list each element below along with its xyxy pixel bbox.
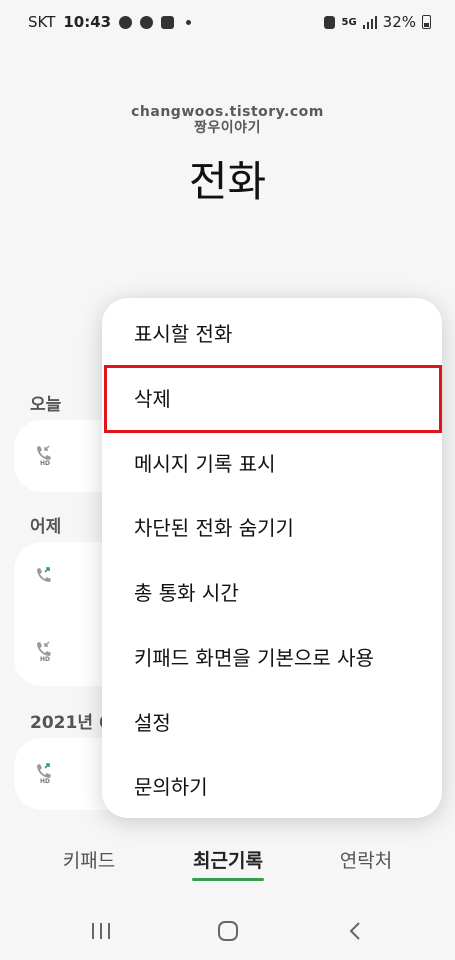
outgoing-call-icon (37, 567, 51, 582)
section-older: 2021년 6 (30, 713, 111, 733)
recent-apps-button[interactable] (86, 916, 116, 946)
svg-text:HD: HD (40, 778, 50, 784)
talk-notification-icon (119, 15, 133, 29)
svg-text:HD: HD (40, 460, 50, 466)
section-yesterday: 어제 (30, 517, 62, 537)
section-today: 오늘 (30, 395, 62, 415)
incoming-call-hd-icon: HD (37, 641, 51, 662)
outgoing-call-hd-icon: HD (37, 763, 51, 784)
recent-apps-icon (92, 923, 110, 939)
menu-item-filter-calls[interactable]: 표시할 전화 (102, 300, 442, 364)
active-tab-indicator (192, 878, 264, 881)
signal-icon (362, 15, 377, 29)
system-nav-bar (0, 906, 455, 956)
watermark: changwoos.tistory.com 짱우이야기 (0, 104, 455, 136)
back-button[interactable] (340, 916, 370, 946)
highlight-annotation (104, 365, 442, 433)
bottom-tab-bar: 키패드 최근기록 연락처 (0, 838, 455, 888)
svg-text:HD: HD (40, 656, 50, 662)
tab-contacts[interactable]: 연락처 (340, 846, 392, 873)
status-bar: SKT 10:43 5G 32% (0, 0, 455, 44)
battery-icon (422, 15, 431, 29)
carrier-label: SKT (28, 13, 56, 31)
more-notifications-icon (186, 19, 192, 25)
alarm-icon (324, 15, 336, 29)
message-notification-icon (140, 15, 154, 29)
menu-item-total-call-time[interactable]: 총 통화 시간 (102, 559, 442, 623)
menu-item-show-message-log[interactable]: 메시지 기록 표시 (102, 430, 442, 494)
tab-recents[interactable]: 최근기록 (193, 846, 263, 873)
watermark-name: 짱우이야기 (194, 120, 261, 136)
battery-percent: 32% (382, 13, 416, 31)
menu-item-keypad-default[interactable]: 키패드 화면을 기본으로 사용 (102, 624, 442, 688)
network-type: 5G (341, 16, 357, 28)
home-button[interactable] (213, 916, 243, 946)
menu-item-contact-us[interactable]: 문의하기 (102, 753, 442, 817)
gallery-notification-icon (161, 15, 175, 29)
home-icon (218, 921, 238, 941)
watermark-url: changwoos.tistory.com (131, 104, 324, 120)
menu-item-settings[interactable]: 설정 (102, 689, 442, 753)
page-title: 전화 (188, 157, 267, 206)
status-left: SKT 10:43 (28, 13, 192, 31)
clock: 10:43 (63, 13, 112, 31)
back-icon (349, 922, 360, 940)
incoming-call-hd-icon: HD (37, 445, 51, 466)
tab-keypad[interactable]: 키패드 (63, 846, 115, 873)
status-right: 5G 32% (324, 13, 431, 31)
menu-item-hide-blocked-calls[interactable]: 차단된 전화 숨기기 (102, 494, 442, 558)
